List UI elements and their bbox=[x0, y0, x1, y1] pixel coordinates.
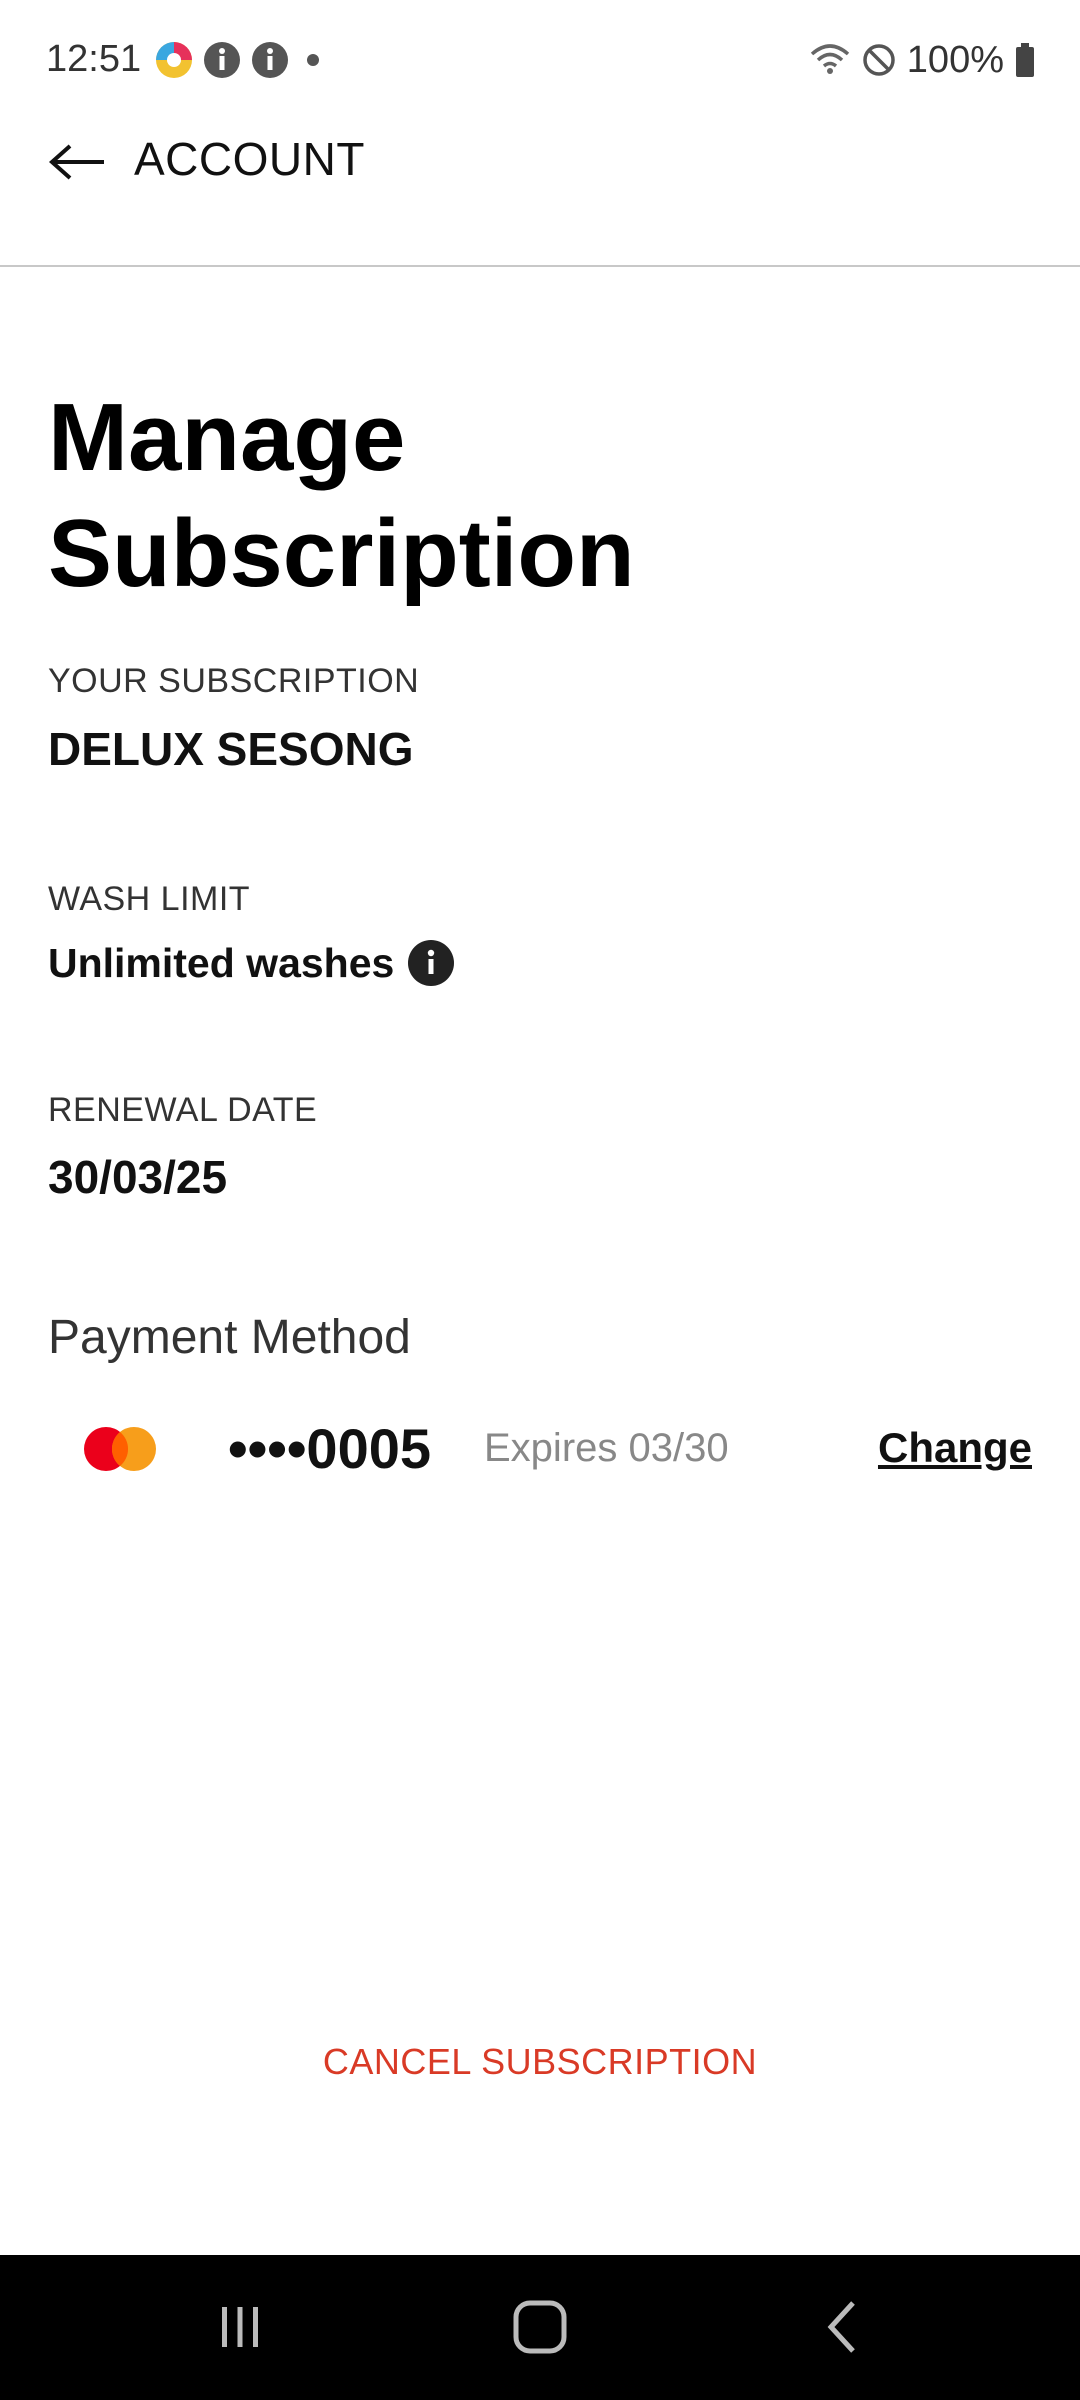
info-notification-icon bbox=[252, 42, 288, 78]
cancel-subscription-button[interactable]: CANCEL SUBSCRIPTION bbox=[0, 2040, 1080, 2084]
wash-limit-row: Unlimited washes bbox=[48, 938, 455, 988]
chevron-left-icon bbox=[827, 2301, 855, 2353]
wifi-icon bbox=[810, 44, 849, 74]
card-expiry: Expires 03/30 bbox=[484, 1426, 729, 1470]
page-title-line-2: Subscription bbox=[48, 500, 635, 607]
wash-limit-label: WASH LIMIT bbox=[48, 880, 251, 918]
system-status-icons: 100% bbox=[809, 38, 1036, 82]
back-button[interactable] bbox=[46, 130, 110, 194]
change-payment-link[interactable]: Change bbox=[878, 1424, 1032, 1472]
arrow-left-icon bbox=[48, 144, 104, 180]
recent-apps-icon bbox=[222, 2307, 258, 2347]
app-bar-title: ACCOUNT bbox=[134, 133, 365, 185]
do-not-disturb-icon bbox=[863, 44, 895, 76]
info-icon bbox=[428, 949, 435, 974]
page-title: Manage Subscription bbox=[48, 380, 948, 612]
home-icon bbox=[513, 2300, 567, 2354]
mastercard-icon bbox=[84, 1427, 156, 1471]
status-bar: 12:51 100% bbox=[0, 0, 1080, 120]
home-button[interactable] bbox=[500, 2291, 580, 2363]
app-notification-icon bbox=[156, 42, 192, 78]
subscription-value: DELUX SESONG bbox=[48, 723, 414, 775]
renewal-date-value: 30/03/25 bbox=[48, 1151, 228, 1203]
wash-limit-info-button[interactable] bbox=[408, 940, 455, 986]
status-time: 12:51 bbox=[46, 38, 142, 80]
recent-apps-button[interactable] bbox=[200, 2291, 280, 2363]
payment-method-row: ••••0005 Expires 03/30 Change bbox=[0, 1410, 1080, 1490]
app-bar: ACCOUNT bbox=[0, 120, 1080, 267]
wash-limit-value: Unlimited washes bbox=[48, 939, 395, 986]
battery-icon bbox=[1016, 43, 1034, 77]
info-notification-icon bbox=[204, 42, 240, 78]
notification-icons bbox=[154, 38, 328, 82]
card-number: ••••0005 bbox=[228, 1417, 431, 1480]
page-title-line-1: Manage bbox=[48, 384, 406, 491]
payment-method-heading: Payment Method bbox=[48, 1311, 411, 1364]
system-navigation-bar bbox=[0, 2255, 1080, 2400]
system-back-button[interactable] bbox=[803, 2291, 883, 2363]
subscription-label: YOUR SUBSCRIPTION bbox=[48, 662, 420, 700]
more-notifications-dot-icon bbox=[307, 54, 319, 66]
renewal-date-label: RENEWAL DATE bbox=[48, 1091, 318, 1129]
battery-percentage: 100% bbox=[906, 38, 1004, 81]
